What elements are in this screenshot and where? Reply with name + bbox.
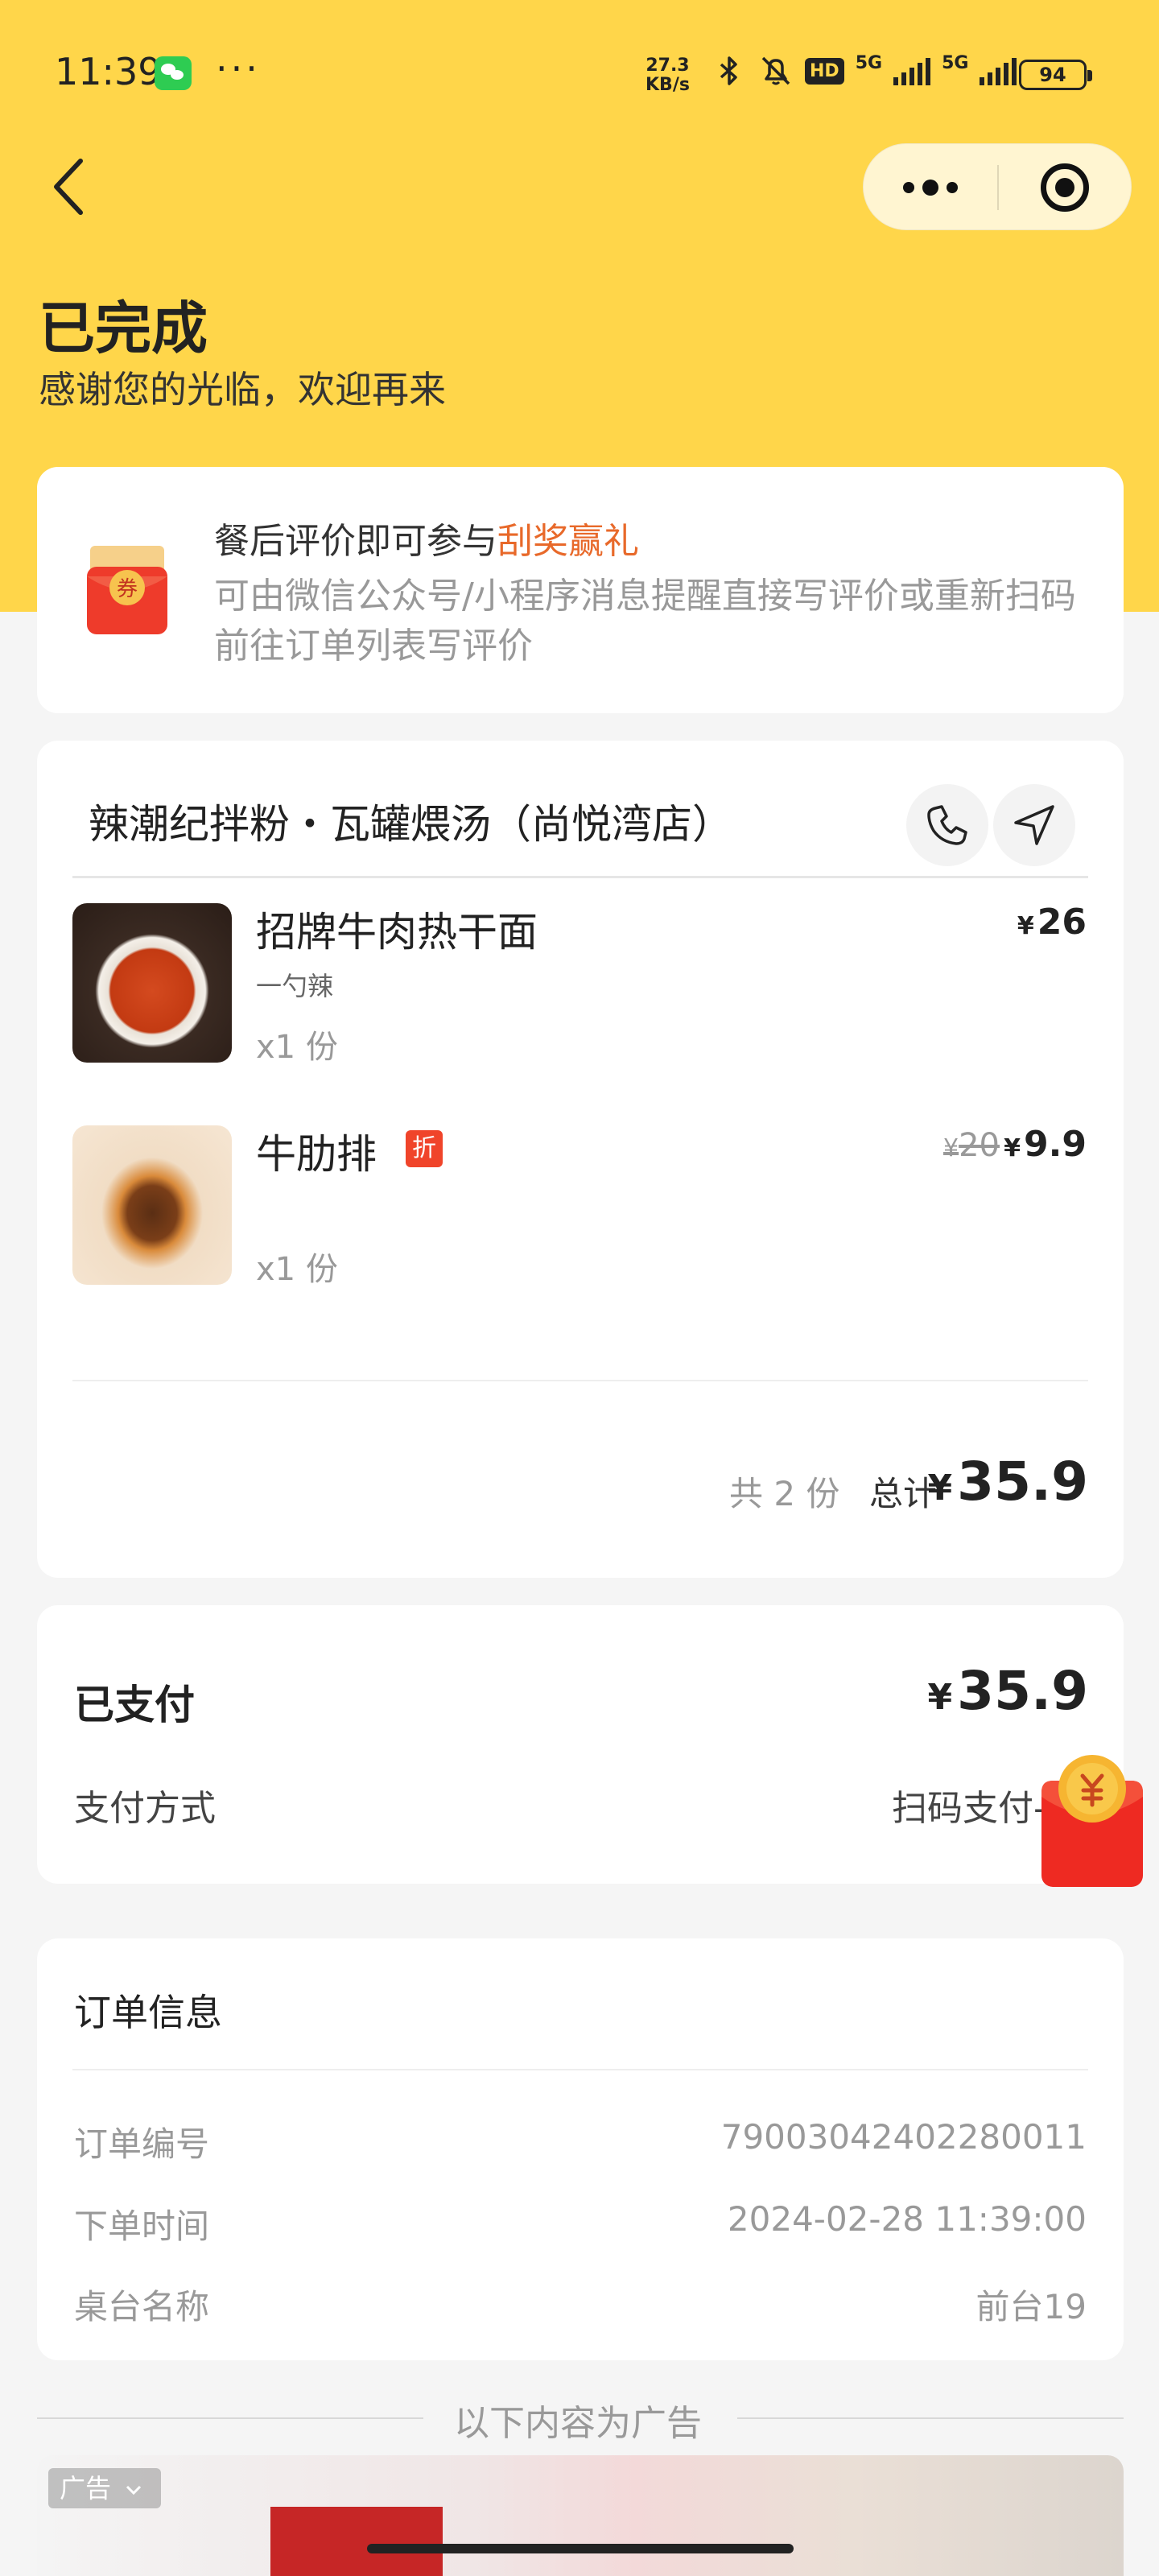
phone-button[interactable]: [906, 784, 988, 866]
status-bar: 11:39 ··· 27.3 KB/s HD 5G 5G 94: [0, 0, 1159, 145]
bluetooth-icon: [720, 56, 737, 85]
signal-2-label: 5G: [942, 52, 969, 73]
chevron-down-icon: [126, 2485, 142, 2496]
currency-symbol: ¥: [943, 1134, 959, 1162]
currency-symbol: ¥: [927, 1468, 953, 1509]
ad-image: [270, 2507, 443, 2576]
items-divider: [72, 1380, 1088, 1381]
item-image: [72, 903, 232, 1063]
status-icons: HD 5G 5G: [711, 53, 1017, 89]
item-price: ¥9.9: [1004, 1124, 1087, 1165]
total-amount-value: 35.9: [957, 1451, 1088, 1513]
currency-symbol: ¥: [1017, 912, 1034, 940]
order-info-divider: [72, 2069, 1088, 2070]
network-speed: 27.3 KB/s: [645, 56, 690, 95]
page-title: 已完成: [39, 295, 208, 361]
order-info-title: 订单信息: [74, 1991, 222, 2034]
original-price-value: 20: [959, 1127, 1000, 1164]
order-items-card: 辣潮纪拌粉・瓦罐煨汤（尚悦湾店） 招牌牛肉热干面 一勺辣 x1 份 ¥26 牛肋…: [37, 741, 1124, 1578]
table-name-label: 桌台名称: [74, 2287, 210, 2326]
ad-banner[interactable]: 广告: [37, 2455, 1124, 2576]
payment-card: 已支付 ¥35.9 支付方式 扫码支付-微信: [37, 1605, 1124, 1884]
status-dots: ···: [216, 47, 261, 90]
total-label: 总计: [869, 1474, 938, 1513]
payment-status: 已支付: [74, 1682, 195, 1728]
review-description: 可由微信公众号/小程序消息提醒直接写评价或重新扫码前往订单列表写评价: [214, 576, 1076, 667]
network-speed-value: 27.3: [645, 56, 690, 76]
order-number-label: 订单编号: [74, 2124, 210, 2164]
signal-1-icon: [893, 56, 931, 85]
coupon-icon-text: 券: [117, 577, 138, 601]
red-packet-icon[interactable]: [1038, 1748, 1146, 1890]
ad-separator-line: [37, 2417, 423, 2419]
review-title-prefix: 餐后评价即可参与: [214, 521, 497, 562]
hd-badge: HD: [805, 57, 844, 85]
ad-separator-line: [737, 2417, 1124, 2419]
item-quantity: x1 份: [256, 1251, 338, 1288]
mini-program-capsule: [863, 143, 1132, 230]
coupon-icon: 券: [87, 546, 167, 634]
battery-icon: 94: [1019, 60, 1092, 90]
review-title-highlight[interactable]: 刮奖赢礼: [497, 521, 639, 562]
item-count: 共 2 份: [729, 1474, 840, 1513]
item-name: 牛肋排: [256, 1131, 377, 1178]
review-promo-card[interactable]: 券 餐后评价即可参与刮奖赢礼 可由微信公众号/小程序消息提醒直接写评价或重新扫码…: [37, 467, 1124, 713]
review-title: 餐后评价即可参与刮奖赢礼: [214, 512, 639, 564]
item-image: [72, 1125, 232, 1285]
signal-1-label: 5G: [855, 52, 883, 73]
item-spec: 一勺辣: [256, 971, 334, 1001]
store-divider: [72, 876, 1088, 878]
item-name: 招牌牛肉热干面: [256, 909, 538, 956]
order-time-value: 2024-02-28 11:39:00: [727, 2199, 1087, 2239]
paid-amount: ¥35.9: [928, 1660, 1088, 1722]
more-button[interactable]: [864, 144, 997, 231]
order-number-value: 79003042402280011: [720, 2117, 1087, 2157]
order-time-label: 下单时间: [74, 2207, 210, 2246]
currency-symbol: ¥: [927, 1677, 953, 1718]
paid-amount-value: 35.9: [957, 1660, 1088, 1722]
page-subtitle: 感谢您的光临，欢迎再来: [39, 368, 446, 411]
item-price: ¥26: [1017, 902, 1087, 943]
discount-badge: 折: [406, 1130, 443, 1167]
item-price-value: 26: [1037, 902, 1087, 943]
payment-method-label: 支付方式: [74, 1788, 216, 1829]
mute-bell-icon: [761, 56, 790, 85]
wechat-icon: [155, 56, 192, 90]
ad-tag-label: 广告: [60, 2473, 112, 2504]
original-price: ¥20: [943, 1127, 1000, 1164]
network-speed-unit: KB/s: [645, 75, 690, 95]
item-quantity: x1 份: [256, 1029, 338, 1066]
currency-symbol: ¥: [1004, 1134, 1021, 1162]
ad-separator-text: 以下内容为广告: [454, 2403, 702, 2444]
store-name[interactable]: 辣潮纪拌粉・瓦罐煨汤（尚悦湾店）: [89, 792, 732, 850]
back-button[interactable]: [45, 155, 93, 219]
status-time: 11:39: [55, 50, 162, 93]
signal-2-icon: [980, 56, 1017, 85]
order-info-card: 订单信息 订单编号 79003042402280011 下单时间 2024-02…: [37, 1938, 1124, 2360]
close-mini-program-button[interactable]: [999, 144, 1132, 231]
table-name-value: 前台19: [975, 2287, 1087, 2326]
total-amount: ¥35.9: [928, 1451, 1088, 1513]
navigate-button[interactable]: [993, 784, 1075, 866]
home-indicator[interactable]: [367, 2544, 794, 2553]
ad-tag[interactable]: 广告: [48, 2468, 161, 2508]
item-price-value: 9.9: [1024, 1124, 1087, 1165]
